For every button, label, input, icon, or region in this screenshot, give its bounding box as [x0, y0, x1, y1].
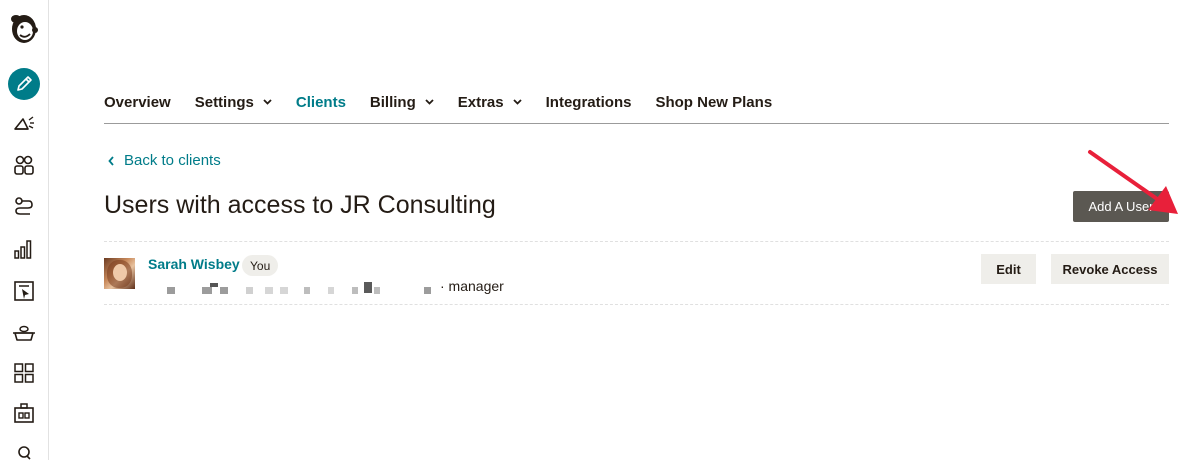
- pencil-create-icon[interactable]: [0, 67, 48, 101]
- nav-clients-label: Clients: [295, 93, 346, 111]
- add-user-button[interactable]: Add A User: [1073, 191, 1169, 222]
- page-title: Users with access to JR Consulting: [104, 191, 496, 219]
- nav-clients[interactable]: Clients: [296, 84, 346, 120]
- chevron-down-icon: [425, 99, 434, 105]
- redacted-email: [162, 282, 432, 296]
- automations-icon[interactable]: [0, 192, 48, 222]
- back-to-clients-link[interactable]: Back to clients: [108, 152, 221, 169]
- chevron-left-icon: [108, 155, 114, 166]
- nav-billing[interactable]: Billing: [370, 84, 434, 120]
- audience-icon[interactable]: [0, 150, 48, 180]
- sidebar: [0, 0, 49, 460]
- main-content: Overview Settings Clients Billing Extras…: [104, 0, 1178, 460]
- nav-overview[interactable]: Overview: [104, 84, 171, 120]
- edit-button[interactable]: Edit: [981, 254, 1036, 284]
- integrations-grid-icon[interactable]: [0, 358, 48, 388]
- back-link-label: Back to clients: [124, 152, 221, 169]
- user-role: · manager: [440, 278, 504, 294]
- account-nav: Overview Settings Clients Billing Extras…: [104, 84, 1169, 124]
- nav-extras-label: Extras: [457, 93, 504, 111]
- nav-extras[interactable]: Extras: [458, 84, 522, 120]
- chevron-down-icon: [263, 99, 272, 105]
- you-badge: You: [242, 255, 279, 276]
- nav-shop-new-plans[interactable]: Shop New Plans: [655, 84, 772, 120]
- nav-integrations-label: Integrations: [545, 93, 632, 111]
- nav-settings[interactable]: Settings: [195, 84, 272, 120]
- megaphone-icon[interactable]: [0, 109, 48, 139]
- briefcase-icon[interactable]: [0, 398, 48, 428]
- nav-shop-label: Shop New Plans: [655, 93, 773, 111]
- search-icon[interactable]: [0, 440, 48, 460]
- nav-settings-label: Settings: [194, 93, 254, 111]
- content-icon[interactable]: [0, 318, 48, 348]
- analytics-icon[interactable]: [0, 234, 48, 264]
- nav-billing-label: Billing: [369, 93, 416, 111]
- website-icon[interactable]: [0, 276, 48, 306]
- user-row: Sarah Wisbey You · manager Edit Revoke A…: [104, 241, 1169, 305]
- chevron-down-icon: [512, 99, 522, 105]
- nav-integrations[interactable]: Integrations: [546, 84, 632, 120]
- nav-overview-label: Overview: [104, 93, 171, 111]
- revoke-access-button[interactable]: Revoke Access: [1051, 254, 1169, 284]
- user-name-link[interactable]: Sarah Wisbey: [148, 256, 240, 272]
- avatar: [104, 258, 135, 289]
- freddie-logo-icon[interactable]: [0, 10, 48, 46]
